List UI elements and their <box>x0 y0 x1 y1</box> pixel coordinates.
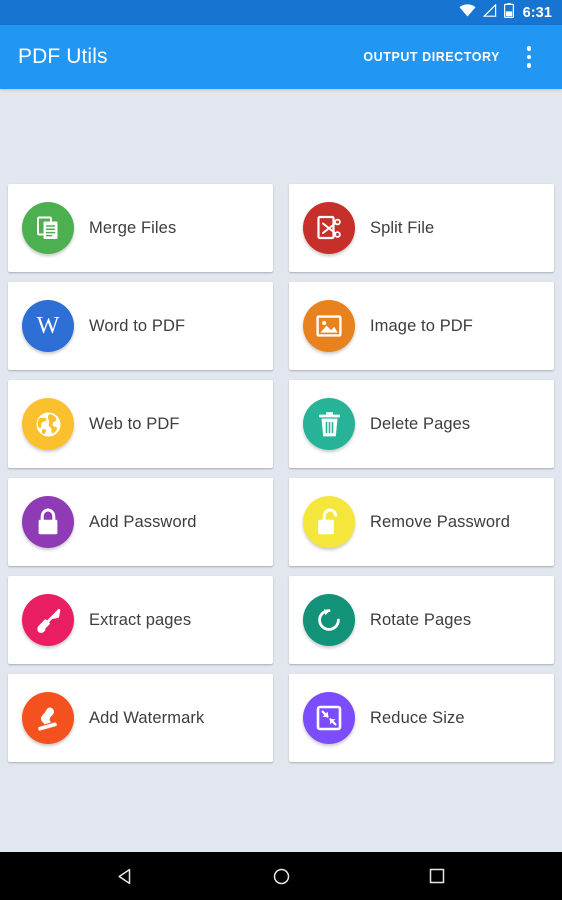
tool-label: Web to PDF <box>89 414 180 433</box>
tool-label: Extract pages <box>89 610 192 629</box>
tool-cell: Delete Pages <box>281 375 562 473</box>
tool-cell: Add Password <box>0 473 281 571</box>
tool-card[interactable]: W Word to PDF <box>8 282 273 370</box>
more-vertical-icon[interactable] <box>512 37 546 77</box>
tool-card[interactable]: Web to PDF <box>8 380 273 468</box>
tool-label: Word to PDF <box>89 316 186 335</box>
tool-label: Add Watermark <box>89 708 205 727</box>
tool-cell: Split File <box>281 179 562 277</box>
menu-dot <box>526 63 532 68</box>
rotate-ccw-icon <box>303 594 355 646</box>
tool-card[interactable]: Reduce Size <box>289 674 554 762</box>
image-picture-icon <box>303 300 355 352</box>
tool-cell: Web to PDF <box>0 375 281 473</box>
split-scissors-icon <box>303 202 355 254</box>
tool-label: Reduce Size <box>370 708 465 727</box>
tool-label: Delete Pages <box>370 414 471 433</box>
tool-label: Split File <box>370 218 435 237</box>
tool-label: Rotate Pages <box>370 610 472 629</box>
status-bar-icons: 6:31 <box>459 2 552 23</box>
app-root: 6:31 PDF Utils OUTPUT DIRECTORY Merge Fi… <box>0 0 562 900</box>
tool-label: Image to PDF <box>370 316 473 335</box>
lock-closed-icon <box>22 496 74 548</box>
tool-cell: Image to PDF <box>281 277 562 375</box>
wifi-icon <box>459 3 476 22</box>
badge-letter: W <box>36 313 60 339</box>
tool-cell: W Word to PDF <box>0 277 281 375</box>
tool-card[interactable]: Merge Files <box>8 184 273 272</box>
battery-icon <box>503 2 514 23</box>
menu-dot <box>526 46 532 51</box>
tool-grid: Merge Files Split File W Word to PDF Image… <box>0 179 562 767</box>
word-w-icon: W <box>22 300 74 352</box>
tool-card[interactable]: Add Watermark <box>8 674 273 762</box>
merge-documents-icon <box>22 202 74 254</box>
back-button[interactable] <box>103 854 147 898</box>
status-bar-clock: 6:31 <box>522 4 552 21</box>
compress-arrows-icon <box>303 692 355 744</box>
tool-cell: Rotate Pages <box>281 571 562 669</box>
tool-card[interactable]: Image to PDF <box>289 282 554 370</box>
home-button[interactable] <box>259 854 303 898</box>
tool-cell: Extract pages <box>0 571 281 669</box>
stamp-icon <box>22 692 74 744</box>
status-bar: 6:31 <box>0 0 562 25</box>
shovel-extract-icon <box>22 594 74 646</box>
tool-cell: Add Watermark <box>0 669 281 767</box>
recents-button[interactable] <box>415 854 459 898</box>
tool-grid-area: Merge Files Split File W Word to PDF Image… <box>0 89 562 852</box>
tool-card[interactable]: Add Password <box>8 478 273 566</box>
globe-web-icon <box>22 398 74 450</box>
android-nav-bar <box>0 852 562 900</box>
trash-can-icon <box>303 398 355 450</box>
tool-label: Remove Password <box>370 512 510 531</box>
menu-dot <box>526 54 532 60</box>
tool-cell: Remove Password <box>281 473 562 571</box>
tool-card[interactable]: Rotate Pages <box>289 576 554 664</box>
tool-cell: Reduce Size <box>281 669 562 767</box>
tool-card[interactable]: Split File <box>289 184 554 272</box>
app-title: PDF Utils <box>18 45 108 68</box>
lock-open-icon <box>303 496 355 548</box>
output-directory-button[interactable]: OUTPUT DIRECTORY <box>357 42 506 72</box>
tool-label: Merge Files <box>89 218 177 237</box>
app-toolbar: PDF Utils OUTPUT DIRECTORY <box>0 25 562 89</box>
tool-cell: Merge Files <box>0 179 281 277</box>
tool-label: Add Password <box>89 512 197 531</box>
tool-card[interactable]: Extract pages <box>8 576 273 664</box>
tool-card[interactable]: Delete Pages <box>289 380 554 468</box>
tool-card[interactable]: Remove Password <box>289 478 554 566</box>
cell-signal-icon <box>482 2 497 22</box>
